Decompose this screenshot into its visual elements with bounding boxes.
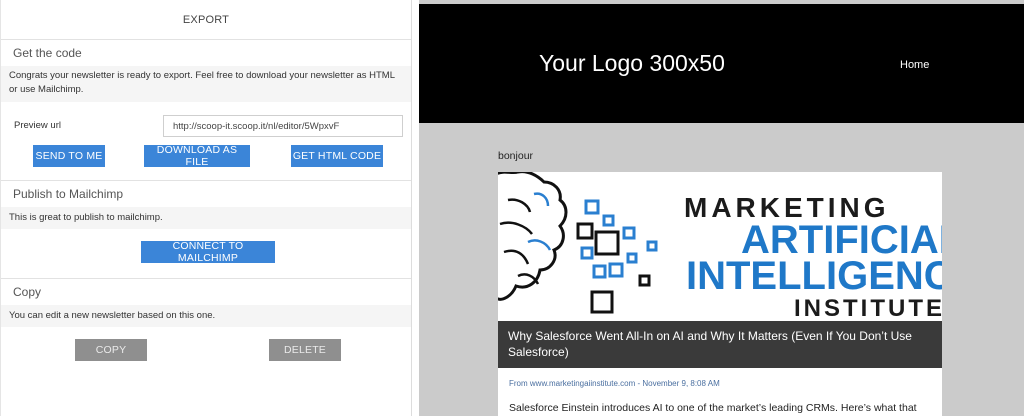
logo-word-institute: INSTITUTE xyxy=(794,295,942,321)
get-code-section: Get the code Congrats your newsletter is… xyxy=(1,40,411,180)
article-headline[interactable]: Why Salesforce Went All-In on AI and Why… xyxy=(498,321,942,368)
copy-heading: Copy xyxy=(13,285,42,299)
article-card[interactable]: MARKETING ARTIFICIAL INTELLIGENCE INSTIT… xyxy=(498,172,942,416)
connect-to-mailchimp-button[interactable]: CONNECT TO MAILCHIMP xyxy=(141,240,275,264)
mailchimp-description: This is great to publish to mailchimp. xyxy=(1,207,411,229)
mailchimp-section: Publish to Mailchimp This is great to pu… xyxy=(1,180,411,278)
send-to-me-button[interactable]: SEND TO ME xyxy=(33,145,105,167)
nav-home-link[interactable]: Home xyxy=(900,59,929,71)
logo-word-intelligence: INTELLIGENCE xyxy=(686,254,942,298)
article-image: MARKETING ARTIFICIAL INTELLIGENCE INSTIT… xyxy=(498,172,942,321)
newsletter-header: Your Logo 300x50 Home xyxy=(419,4,1024,123)
get-code-heading: Get the code xyxy=(13,46,82,60)
copy-button[interactable]: COPY xyxy=(75,339,147,361)
get-code-description: Congrats your newsletter is ready to exp… xyxy=(1,66,411,102)
newsletter-preview: Your Logo 300x50 Home bonjour MARKETING … xyxy=(419,0,1024,416)
mailchimp-heading: Publish to Mailchimp xyxy=(13,187,124,201)
download-as-file-button[interactable]: DOWNLOAD AS FILE xyxy=(144,144,250,168)
article-source[interactable]: From www.marketingaiinstitute.com - Nove… xyxy=(509,379,720,388)
brain-icon: MARKETING ARTIFICIAL INTELLIGENCE INSTIT… xyxy=(498,172,942,321)
logo-placeholder: Your Logo 300x50 xyxy=(539,50,725,76)
export-title: EXPORT xyxy=(1,0,411,40)
article-excerpt: Salesforce Einstein introduces AI to one… xyxy=(509,402,917,414)
export-panel: EXPORT Get the code Congrats your newsle… xyxy=(0,0,412,416)
copy-description: You can edit a new newsletter based on t… xyxy=(1,305,411,327)
delete-button[interactable]: DELETE xyxy=(269,339,341,361)
preview-url-input[interactable] xyxy=(163,115,403,137)
copy-section: Copy You can edit a new newsletter based… xyxy=(1,278,411,415)
newsletter-greeting: bonjour xyxy=(498,150,534,162)
preview-url-row: Preview url xyxy=(1,102,411,146)
preview-url-label: Preview url xyxy=(14,120,61,131)
get-html-code-button[interactable]: GET HTML CODE xyxy=(291,145,383,167)
